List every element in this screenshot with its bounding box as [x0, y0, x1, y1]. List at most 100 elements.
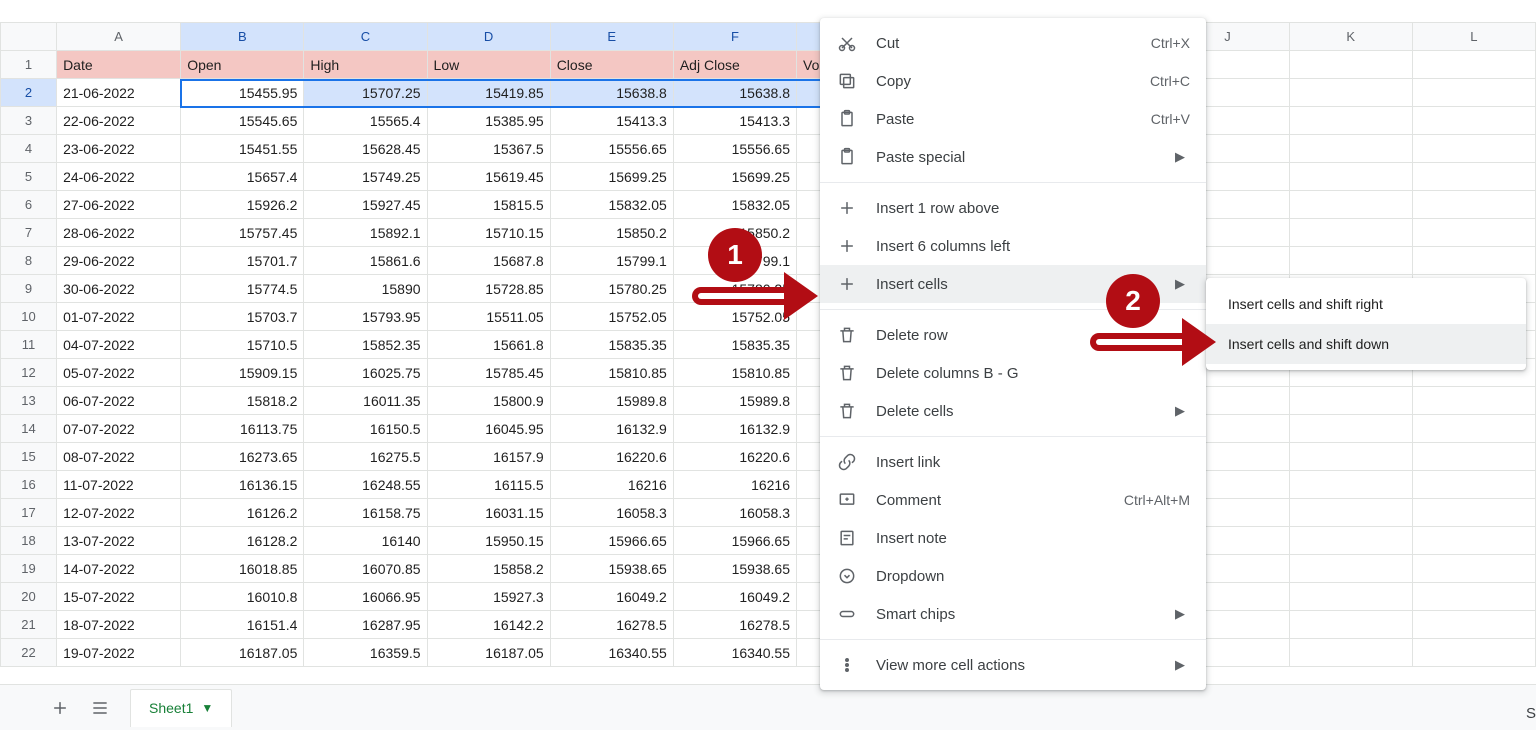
cell[interactable] [1412, 443, 1535, 471]
cell[interactable]: 05-07-2022 [57, 359, 181, 387]
cell[interactable]: 22-06-2022 [57, 107, 181, 135]
cell[interactable]: 13-07-2022 [57, 527, 181, 555]
cell[interactable]: 16220.6 [550, 443, 673, 471]
row-header[interactable]: 5 [1, 163, 57, 191]
cell[interactable]: 15638.8 [673, 79, 796, 107]
cell[interactable] [1412, 555, 1535, 583]
cell[interactable]: 16150.5 [304, 415, 427, 443]
cell[interactable]: 28-06-2022 [57, 219, 181, 247]
cell[interactable]: 16359.5 [304, 639, 427, 667]
cell[interactable]: 15628.45 [304, 135, 427, 163]
cell[interactable]: 30-06-2022 [57, 275, 181, 303]
cell[interactable] [1412, 79, 1535, 107]
cell[interactable] [1289, 387, 1412, 415]
cell[interactable]: 04-07-2022 [57, 331, 181, 359]
cell[interactable]: 16140 [304, 527, 427, 555]
ctx-more-actions[interactable]: View more cell actions ▶ [820, 646, 1206, 684]
cell[interactable]: 16275.5 [304, 443, 427, 471]
cell[interactable] [1289, 555, 1412, 583]
cell[interactable]: 16340.55 [673, 639, 796, 667]
cell[interactable]: 14-07-2022 [57, 555, 181, 583]
row-header[interactable]: 16 [1, 471, 57, 499]
cell[interactable] [1289, 415, 1412, 443]
ctx-insert-note[interactable]: Insert note [820, 519, 1206, 557]
cell[interactable]: 16066.95 [304, 583, 427, 611]
cell[interactable] [1289, 583, 1412, 611]
cell[interactable]: 16058.3 [673, 499, 796, 527]
cell[interactable]: 15966.65 [673, 527, 796, 555]
cell[interactable]: 19-07-2022 [57, 639, 181, 667]
cell[interactable]: 07-07-2022 [57, 415, 181, 443]
ctx-smart-chips[interactable]: Smart chips ▶ [820, 595, 1206, 633]
cell[interactable]: 16340.55 [550, 639, 673, 667]
cell[interactable]: 15858.2 [427, 555, 550, 583]
cell[interactable]: 16216 [673, 471, 796, 499]
cell[interactable]: 15710.5 [181, 331, 304, 359]
row-header[interactable]: 12 [1, 359, 57, 387]
cell[interactable] [1289, 191, 1412, 219]
cell[interactable]: 16010.8 [181, 583, 304, 611]
cell[interactable] [1289, 471, 1412, 499]
col-header[interactable]: L [1412, 23, 1535, 51]
cell[interactable]: Close [550, 51, 673, 79]
cell[interactable]: 15638.8 [550, 79, 673, 107]
cell[interactable]: 15810.85 [673, 359, 796, 387]
row-header[interactable]: 7 [1, 219, 57, 247]
cell[interactable]: 15926.2 [181, 191, 304, 219]
cell[interactable]: 24-06-2022 [57, 163, 181, 191]
cell[interactable] [1412, 639, 1535, 667]
col-header[interactable]: C [304, 23, 427, 51]
cell[interactable]: 15545.65 [181, 107, 304, 135]
row-header[interactable]: 4 [1, 135, 57, 163]
submenu-shift-right[interactable]: Insert cells and shift right [1206, 284, 1526, 324]
col-header[interactable]: K [1289, 23, 1412, 51]
cell[interactable] [1412, 107, 1535, 135]
ctx-copy[interactable]: Copy Ctrl+C [820, 62, 1206, 100]
cell[interactable]: 16126.2 [181, 499, 304, 527]
cell[interactable]: 15451.55 [181, 135, 304, 163]
cell[interactable]: 18-07-2022 [57, 611, 181, 639]
cell[interactable]: 15852.35 [304, 331, 427, 359]
cell[interactable]: Adj Close [673, 51, 796, 79]
row-header[interactable]: 6 [1, 191, 57, 219]
cell[interactable] [1412, 471, 1535, 499]
cell[interactable]: 15367.5 [427, 135, 550, 163]
cell[interactable] [1412, 191, 1535, 219]
ctx-insert-link[interactable]: Insert link [820, 443, 1206, 481]
cell[interactable]: High [304, 51, 427, 79]
cell[interactable] [1412, 499, 1535, 527]
cell[interactable]: 16136.15 [181, 471, 304, 499]
row-header[interactable]: 15 [1, 443, 57, 471]
cell[interactable] [1412, 583, 1535, 611]
cell[interactable]: 15810.85 [550, 359, 673, 387]
row-header[interactable]: 22 [1, 639, 57, 667]
cell[interactable]: 08-07-2022 [57, 443, 181, 471]
cell[interactable] [1289, 135, 1412, 163]
all-sheets-button[interactable] [80, 688, 120, 728]
cell[interactable]: 16018.85 [181, 555, 304, 583]
cell[interactable]: Date [57, 51, 181, 79]
ctx-insert-row[interactable]: Insert 1 row above [820, 189, 1206, 227]
cell[interactable] [1289, 219, 1412, 247]
cell[interactable] [1289, 163, 1412, 191]
cell[interactable]: 16187.05 [181, 639, 304, 667]
cell[interactable]: 16132.9 [673, 415, 796, 443]
col-header[interactable]: D [427, 23, 550, 51]
cell[interactable]: 16025.75 [304, 359, 427, 387]
cell[interactable] [1289, 247, 1412, 275]
cell[interactable]: 23-06-2022 [57, 135, 181, 163]
row-header[interactable]: 20 [1, 583, 57, 611]
cell[interactable]: 15927.3 [427, 583, 550, 611]
ctx-insert-cols[interactable]: Insert 6 columns left [820, 227, 1206, 265]
cell[interactable]: 16011.35 [304, 387, 427, 415]
cell[interactable]: 15832.05 [550, 191, 673, 219]
cell[interactable]: 15703.7 [181, 303, 304, 331]
cell[interactable]: 15687.8 [427, 247, 550, 275]
col-header[interactable]: E [550, 23, 673, 51]
row-header[interactable]: 10 [1, 303, 57, 331]
cell[interactable]: 16142.2 [427, 611, 550, 639]
cell[interactable]: 16151.4 [181, 611, 304, 639]
ctx-comment[interactable]: Comment Ctrl+Alt+M [820, 481, 1206, 519]
cell[interactable]: 15413.3 [673, 107, 796, 135]
cell[interactable]: 16058.3 [550, 499, 673, 527]
